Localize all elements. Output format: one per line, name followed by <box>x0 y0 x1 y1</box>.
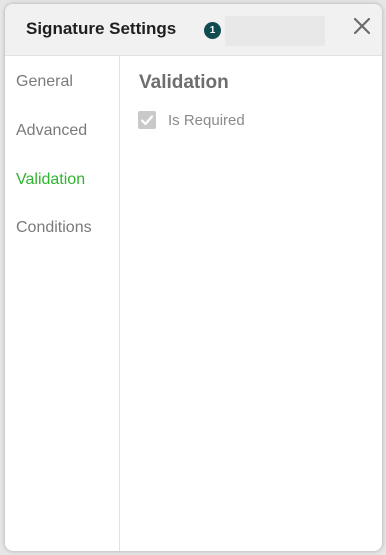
is-required-checkbox[interactable] <box>138 111 156 129</box>
signature-settings-dialog: Signature Settings 1 General Advanced Va… <box>5 4 382 551</box>
section-title: Validation <box>139 72 229 93</box>
sidebar-item-advanced[interactable]: Advanced <box>16 122 87 140</box>
is-required-label: Is Required <box>168 112 245 129</box>
close-icon <box>353 17 371 35</box>
settings-content: Validation Is Required <box>120 56 382 551</box>
sidebar-item-validation[interactable]: Validation <box>16 171 85 189</box>
sidebar-item-conditions[interactable]: Conditions <box>16 219 92 237</box>
notification-badge: 1 <box>204 22 221 39</box>
sidebar-item-general[interactable]: General <box>16 73 73 91</box>
dialog-header: Signature Settings 1 <box>5 4 382 56</box>
checkmark-icon <box>140 115 154 126</box>
dialog-title: Signature Settings <box>26 19 177 38</box>
settings-sidebar: General Advanced Validation Conditions <box>5 56 120 551</box>
close-button[interactable] <box>351 15 375 39</box>
obscured-field <box>225 16 325 46</box>
